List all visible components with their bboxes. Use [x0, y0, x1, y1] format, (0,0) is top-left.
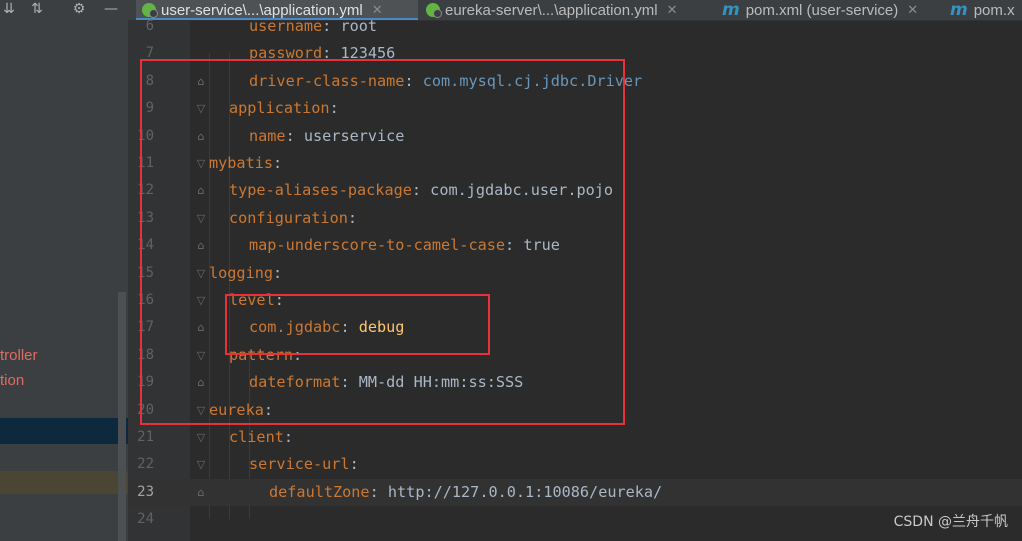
project-panel-toolbar: ⇊ ⇅ ⚙ — [0, 0, 128, 20]
tree-row-selected[interactable] [0, 418, 128, 444]
annotation-box-logging-level [225, 294, 490, 355]
yaml-separator: : [369, 482, 388, 501]
yaml-separator: : [349, 455, 359, 474]
line-number: 21 [137, 429, 154, 445]
project-panel: ⇊ ⇅ ⚙ — troller tion [0, 0, 128, 541]
tree-row-highlighted[interactable] [0, 471, 128, 494]
yaml-value: http://127.0.0.1:10086/eureka/ [387, 482, 663, 501]
line-number: 6 [145, 18, 154, 34]
line-number: 23 [137, 483, 154, 500]
code-text: client: [229, 424, 293, 451]
code-line[interactable]: 24 [128, 506, 1022, 533]
fold-marker-icon[interactable]: ⌂ [196, 486, 206, 499]
code-line[interactable]: 23 ⌂ defaultZone: http://127.0.0.1:10086/e… [128, 478, 1022, 506]
annotation-box-config [140, 59, 625, 425]
code-text: service-url: [249, 451, 359, 478]
yaml-key: client [229, 428, 284, 446]
project-panel-scrollbar[interactable] [118, 292, 126, 541]
tree-item-controller[interactable]: troller [0, 347, 38, 364]
yaml-value: root [340, 17, 378, 35]
code-text: username: root [249, 13, 377, 40]
yaml-separator: : [322, 17, 341, 35]
yaml-key: username [249, 17, 323, 35]
code-line[interactable]: 22 ▽ service-url: [128, 451, 1022, 478]
line-number: 24 [137, 511, 154, 528]
fold-marker-icon[interactable]: ▽ [196, 432, 206, 444]
fold-marker-icon[interactable]: ▽ [196, 459, 206, 471]
line-number: 22 [137, 456, 154, 473]
expand-all-icon[interactable]: ⇅ [28, 1, 46, 17]
watermark: CSDN @兰舟千帆 [893, 514, 1008, 530]
tree-item-application[interactable]: tion [0, 372, 24, 389]
settings-icon[interactable]: ⚙ [70, 1, 88, 17]
code-line[interactable]: 6 username: root [128, 13, 1022, 40]
minimize-icon[interactable]: — [102, 1, 120, 17]
yaml-key: service-url [249, 455, 350, 474]
yaml-separator: : [283, 428, 294, 446]
code-text: defaultZone: http://127.0.0.1:10086/eure… [269, 479, 662, 506]
yaml-key: defaultZone [269, 482, 370, 501]
collapse-all-icon[interactable]: ⇊ [0, 1, 18, 17]
code-line[interactable]: 21 ▽ client: [128, 424, 1022, 451]
